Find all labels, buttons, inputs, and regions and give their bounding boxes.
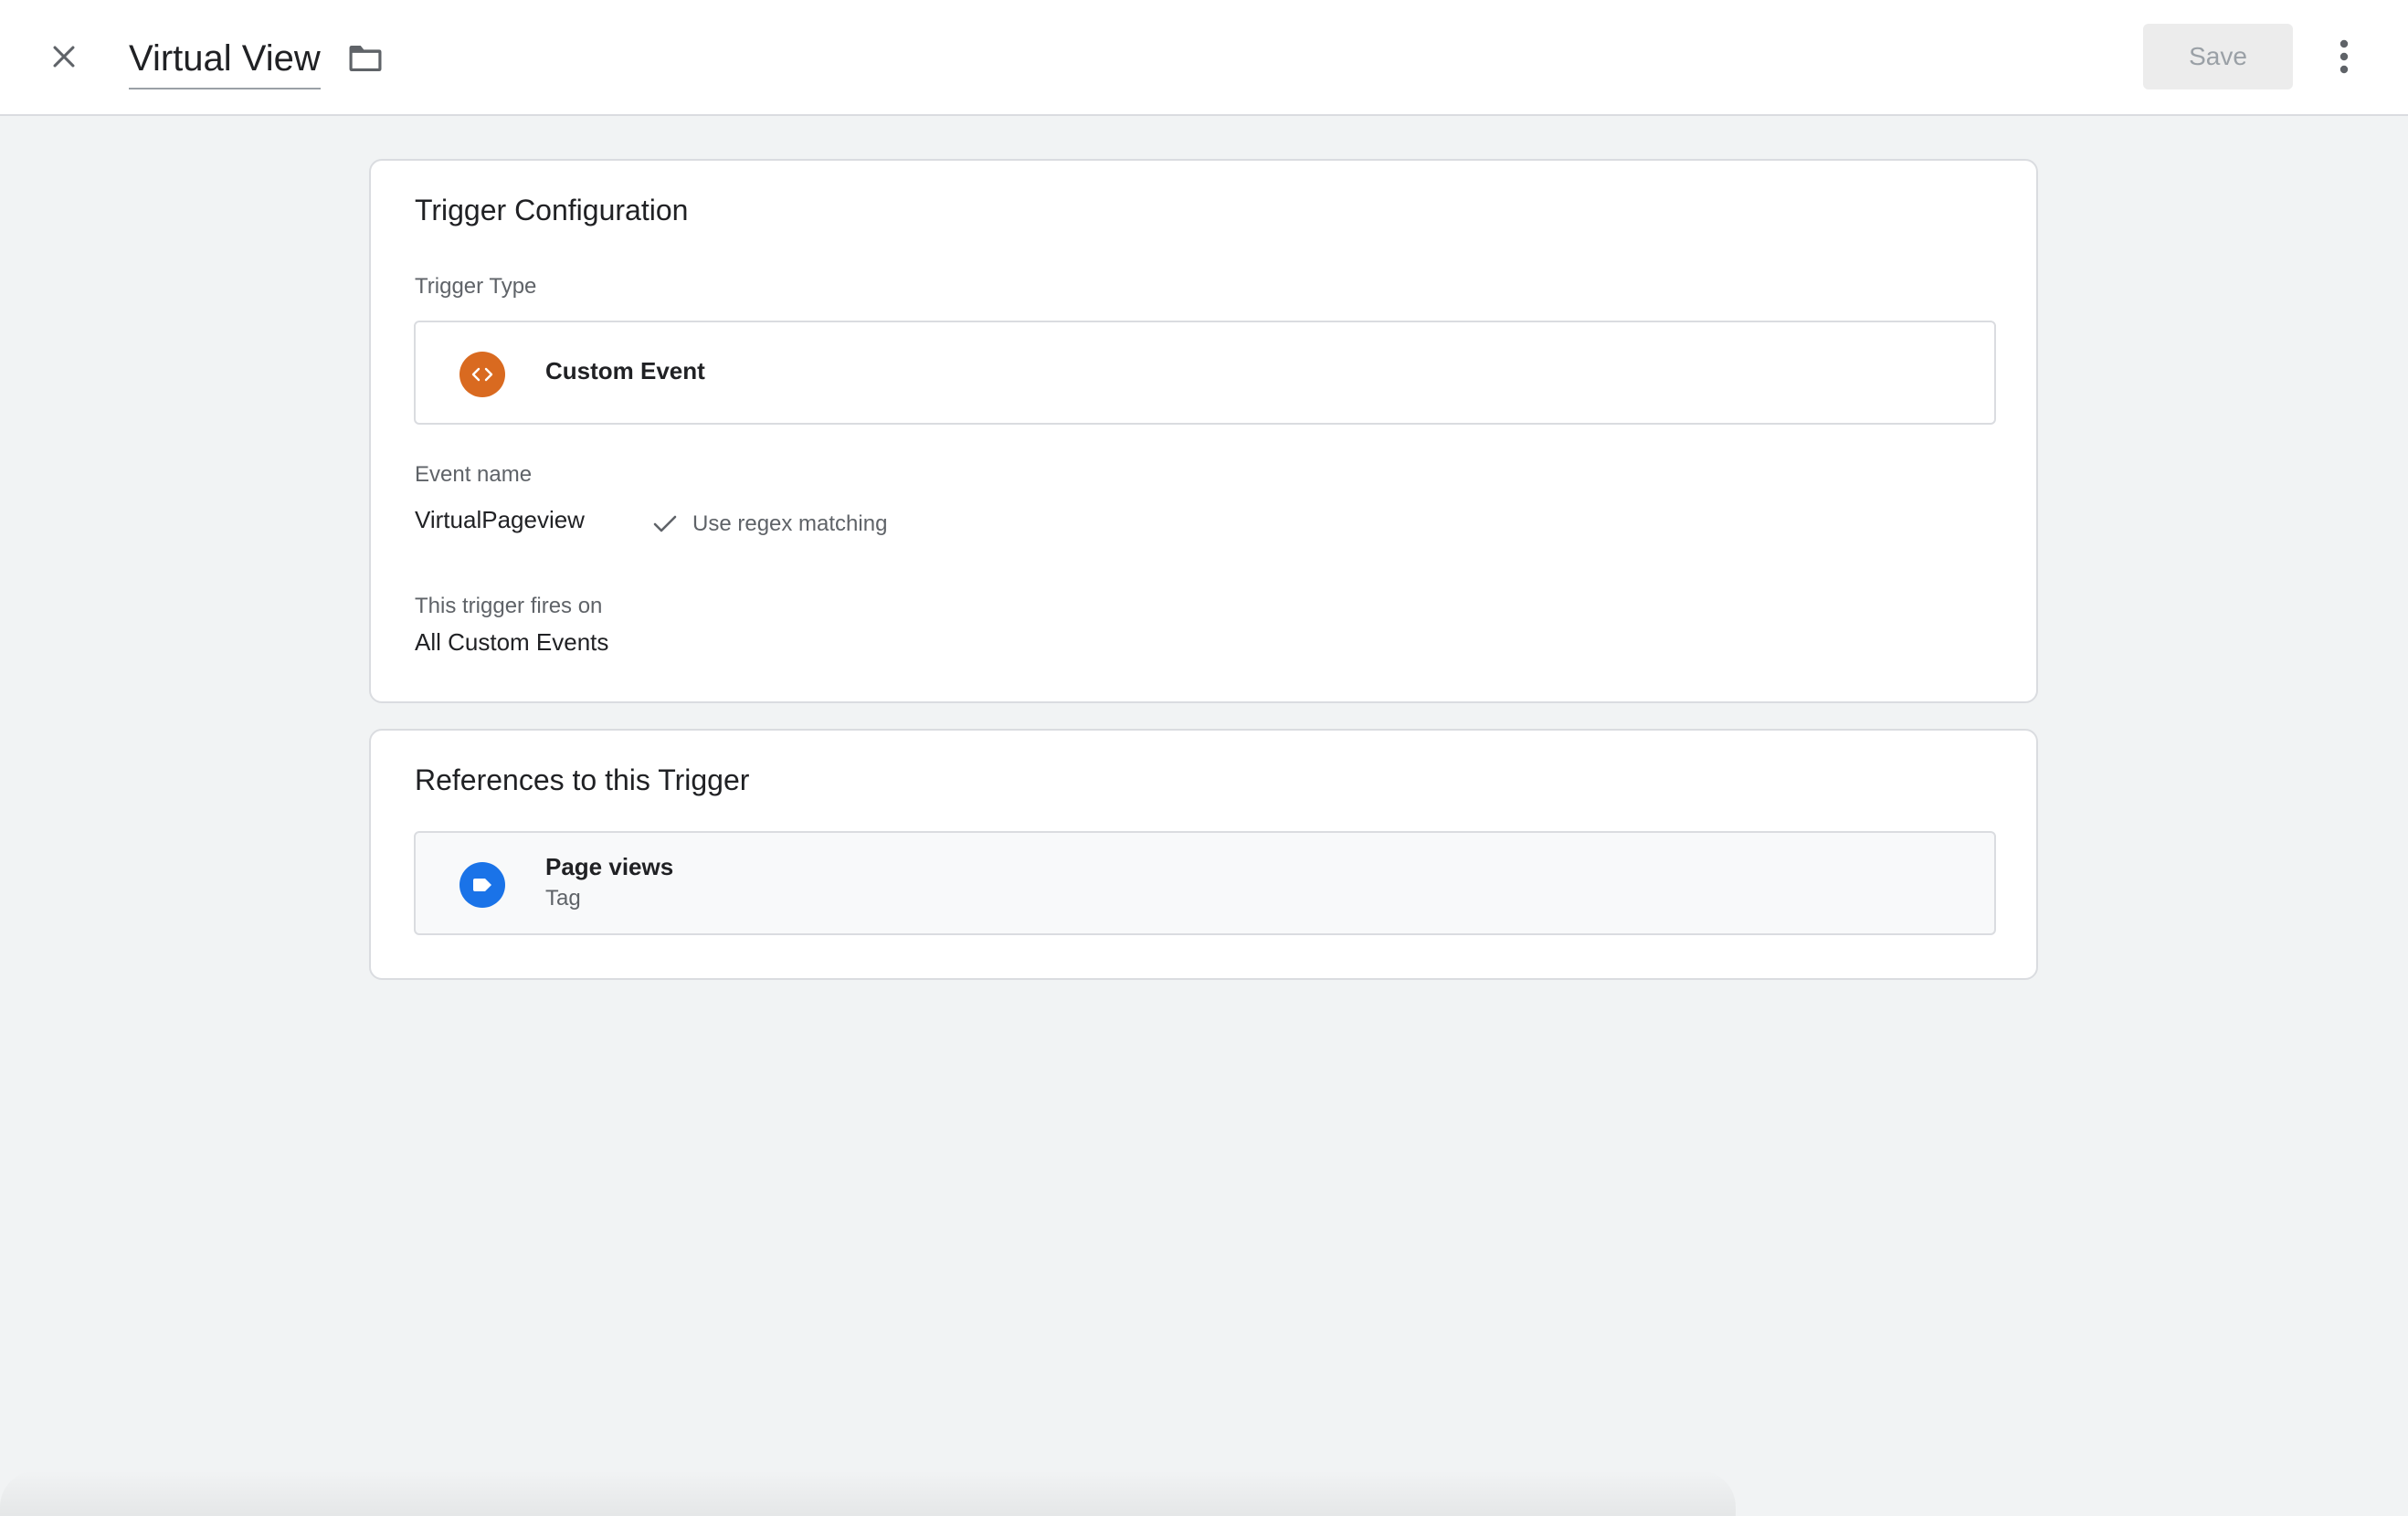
reference-kind: Tag [545, 886, 581, 911]
reference-name: Page views [545, 853, 674, 880]
tag-icon [459, 862, 505, 908]
trigger-name[interactable]: Virtual View [129, 38, 321, 79]
card-title: Trigger Configuration [415, 194, 689, 226]
close-icon [53, 46, 75, 68]
code-brackets-icon [459, 352, 505, 397]
trigger-configuration-card[interactable]: Trigger Configuration Trigger Type Custo… [369, 159, 2038, 703]
close-button[interactable] [40, 33, 88, 80]
references-card: References to this Trigger Page views Ta… [369, 729, 2038, 980]
folder-icon [349, 46, 382, 71]
card-title: References to this Trigger [415, 763, 750, 796]
top-app-bar: Virtual View Save [0, 0, 2408, 116]
reference-row[interactable]: Page views Tag [414, 831, 1996, 935]
more-options-button[interactable] [2320, 33, 2368, 80]
fires-on-value: All Custom Events [415, 628, 609, 656]
fires-on-label: This trigger fires on [415, 594, 603, 618]
check-icon [653, 515, 677, 532]
event-name-label: Event name [415, 462, 533, 487]
trigger-name-field[interactable]: Virtual View [129, 33, 321, 89]
regex-label: Use regex matching [692, 511, 888, 536]
trigger-type-name: Custom Event [545, 357, 705, 384]
folder-button[interactable] [342, 35, 389, 82]
bottom-panel-shadow [0, 1470, 1736, 1516]
trigger-type-row[interactable]: Custom Event [414, 321, 1996, 425]
save-button[interactable]: Save [2143, 24, 2293, 89]
more-vert-icon [2339, 39, 2349, 74]
regex-option: Use regex matching [652, 508, 887, 541]
trigger-type-label: Trigger Type [415, 274, 537, 299]
event-name-value: VirtualPageview [415, 506, 585, 533]
